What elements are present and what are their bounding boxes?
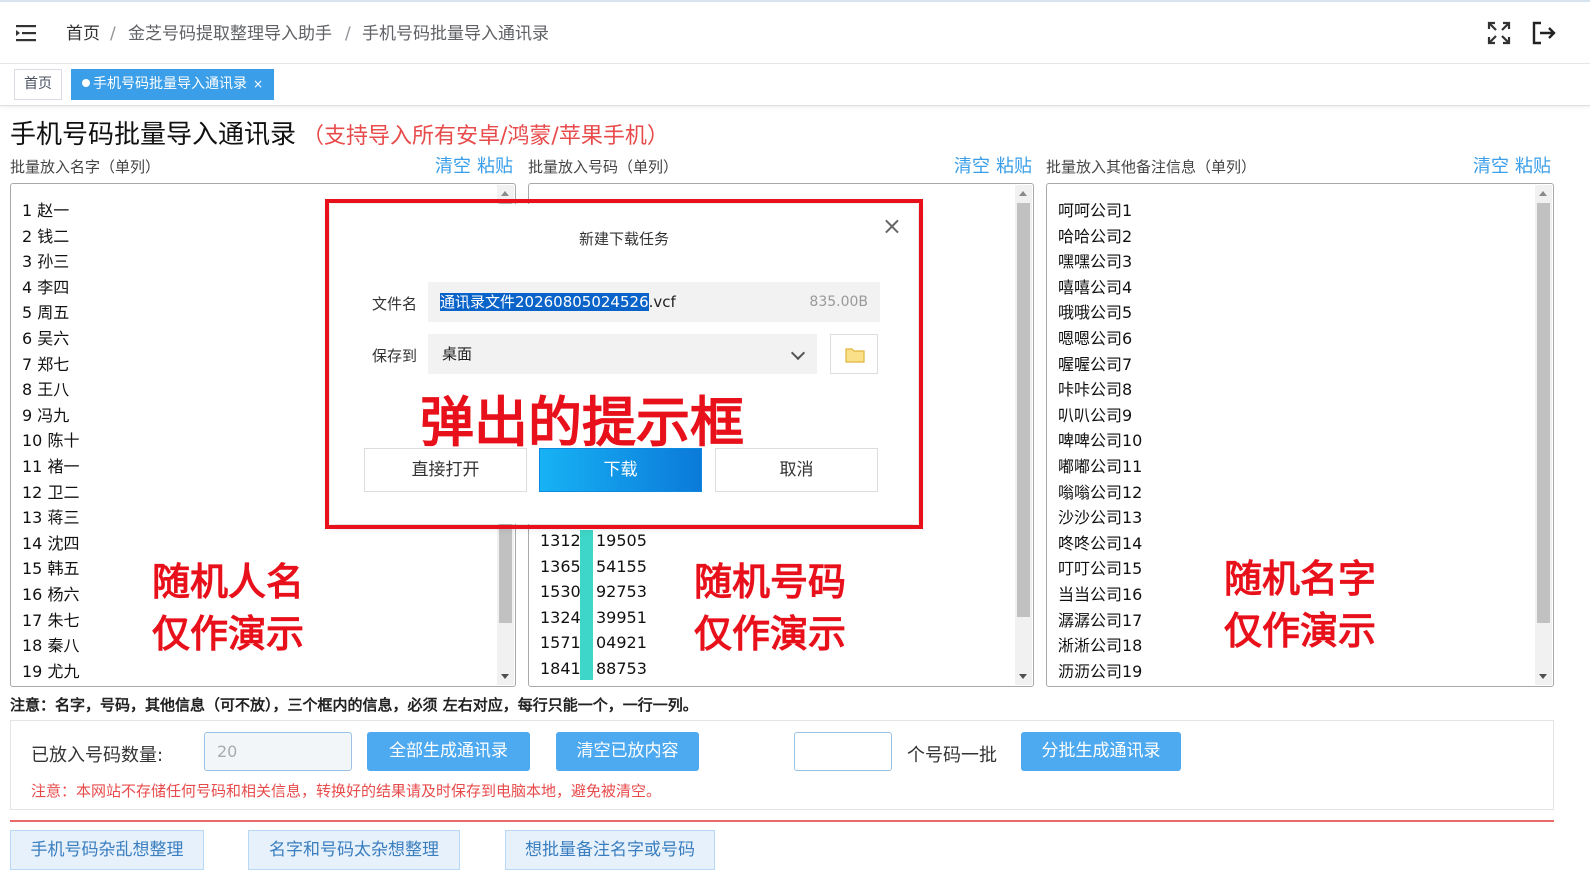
phones-clear-button[interactable]: 清空 [954,156,990,177]
logout-icon[interactable] [1530,20,1556,46]
active-dot-icon [82,79,90,87]
breadcrumb-app[interactable]: 金芝号码提取整理导入助手 [128,22,332,46]
phones-scrollbar[interactable] [1015,185,1032,685]
tag-home-label: 首页 [24,76,52,92]
names-paste-button[interactable]: 粘贴 [477,156,513,177]
notes-clear-button[interactable]: 清空 [1473,156,1509,177]
file-size: 835.00B [809,294,868,310]
scroll-thumb[interactable] [1537,203,1550,623]
clear-all-button[interactable]: 清空已放内容 [556,732,699,771]
footer-link-batch-remark[interactable]: 想批量备注名字或号码 [505,830,715,870]
top-navbar: 首页 / 金芝号码提取整理导入助手 / 手机号码批量导入通讯录 [0,0,1590,64]
phones-column-label: 批量放入号码（单列） [528,158,679,176]
generate-all-button[interactable]: 全部生成通讯录 [367,732,530,771]
names-text: 1 赵一 2 钱二 3 孙三 4 李四 5 周五 6 吴六 7 郑七 8 王八 … [22,201,80,681]
page-title-text: 手机号码批量导入通讯录 [10,120,297,150]
breadcrumb-current: 手机号码批量导入通讯录 [362,24,549,44]
page-subtitle: （支持导入所有安卓/鸿蒙/苹果手机） [302,124,669,149]
download-dialog: 新建下载任务 × 文件名 通讯录文件20260805024526.vcf 835.… [330,204,918,524]
scroll-thumb[interactable] [1017,203,1030,617]
saveto-select[interactable]: 桌面 [428,334,817,374]
tag-active[interactable]: 手机号码批量导入通讯录 × [71,69,275,100]
divider [10,820,1554,822]
popup-annotation: 弹出的提示框 [420,391,744,454]
highlight-mark [580,530,593,680]
filename-ext: .vcf [648,293,676,311]
batch-generate-button[interactable]: 分批生成通讯录 [1021,732,1181,771]
saveto-value: 桌面 [442,345,473,363]
tag-close-icon[interactable]: × [253,77,263,91]
phones-column-actions: 清空 粘贴 [948,152,1032,178]
tag-home[interactable]: 首页 [14,69,62,100]
phones-text: 13126 19505 13651 54155 15301 92753 1324… [540,531,647,678]
fullscreen-icon[interactable] [1486,20,1512,46]
footer-link-phone-cleanup[interactable]: 手机号码杂乱想整理 [10,830,204,870]
dialog-close-icon[interactable]: × [882,212,902,240]
names-column-label: 批量放入名字（单列） [10,158,161,176]
dialog-title: 新建下载任务 [578,230,669,248]
breadcrumb-home[interactable]: 首页 [66,22,100,46]
tags-view: 首页 手机号码批量导入通讯录 × [0,64,1590,106]
notes-scrollbar[interactable] [1535,185,1552,685]
chevron-down-icon [790,345,806,361]
notes-paste-button[interactable]: 粘贴 [1515,156,1551,177]
scroll-down-icon[interactable] [501,674,509,679]
scroll-down-icon[interactable] [1019,674,1027,679]
notes-annotation: 随机名字 仅作演示 [1224,557,1377,653]
breadcrumb-separator: / [110,24,116,44]
names-annotation: 随机人名 仅作演示 [152,560,305,656]
count-label: 已放入号码数量: [31,745,164,766]
footer-link-name-phone-cleanup[interactable]: 名字和号码太杂想整理 [248,830,460,870]
filename-input[interactable]: 通讯录文件20260805024526.vcf 835.00B [428,282,880,322]
scroll-down-icon[interactable] [1539,674,1547,679]
notes-text: 呵呵公司1 哈哈公司2 嘿嘿公司3 嘻嘻公司4 哦哦公司5 嗯嗯公司6 喔喔公司… [1058,201,1143,681]
phones-annotation: 随机号码 仅作演示 [694,560,847,656]
privacy-warning: 注意：本网站不存储任何号码和相关信息，转换好的结果请及时保存到电脑本地，避免被清… [31,782,662,800]
scroll-up-icon[interactable] [1019,191,1027,196]
breadcrumb-separator: / [345,24,351,44]
control-panel: 已放入号码数量: 20 全部生成通讯录 清空已放内容 个号码一批 分批生成通讯录… [10,720,1554,810]
batch-size-input[interactable] [794,732,892,771]
filename-label: 文件名 [372,295,418,313]
scroll-up-icon[interactable] [501,191,509,196]
notes-column-actions: 清空 粘贴 [1467,152,1551,178]
folder-icon [845,348,865,363]
menu-fold-icon[interactable] [16,24,38,42]
browse-folder-button[interactable] [830,334,878,374]
count-input: 20 [204,732,352,771]
batch-suffix-label: 个号码一批 [907,745,997,766]
page-title: 手机号码批量导入通讯录 （支持导入所有安卓/鸿蒙/苹果手机） [10,114,669,151]
scroll-up-icon[interactable] [1539,191,1547,196]
tag-active-label: 手机号码批量导入通讯录 [93,76,247,92]
saveto-label: 保存到 [372,347,418,365]
names-clear-button[interactable]: 清空 [435,156,471,177]
notes-column-label: 批量放入其他备注信息（单列） [1046,158,1257,176]
names-column-actions: 清空 粘贴 [429,152,513,178]
filename-selected: 通讯录文件20260805024526 [440,293,649,311]
phones-paste-button[interactable]: 粘贴 [996,156,1032,177]
alignment-note: 注意：名字，号码，其他信息（可不放），三个框内的信息，必须 左右对应，每行只能一… [10,696,698,714]
